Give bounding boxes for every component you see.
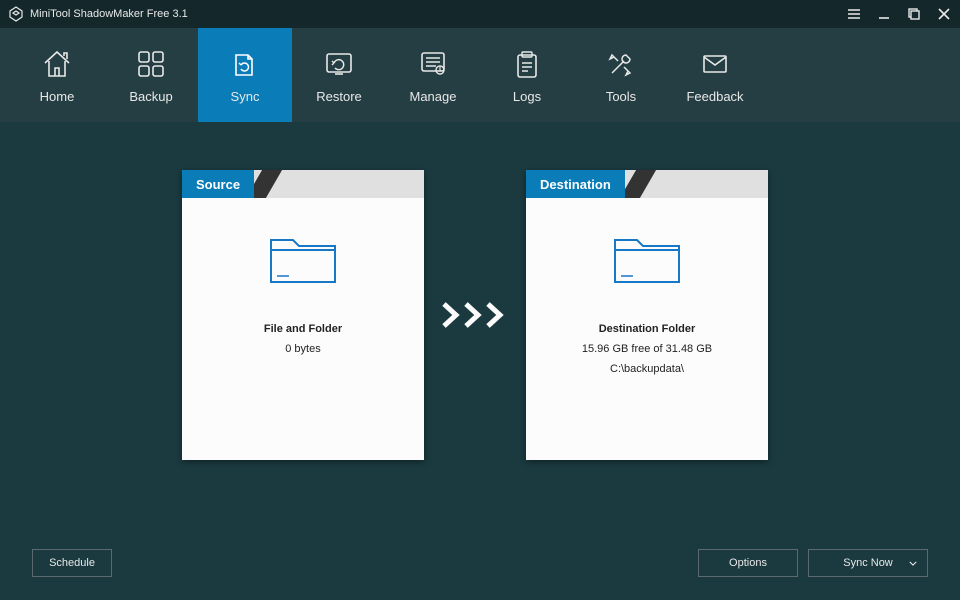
manage-icon bbox=[416, 47, 450, 81]
destination-text: Destination Folder 15.96 GB free of 31.4… bbox=[582, 320, 712, 379]
titlebar: MiniTool ShadowMaker Free 3.1 bbox=[0, 0, 960, 28]
sync-icon bbox=[228, 47, 262, 81]
logs-icon bbox=[510, 47, 544, 81]
nav-manage[interactable]: Manage bbox=[386, 28, 480, 122]
nav-restore[interactable]: Restore bbox=[292, 28, 386, 122]
nav-label: Tools bbox=[606, 89, 636, 104]
nav-sync[interactable]: Sync bbox=[198, 28, 292, 122]
close-icon[interactable] bbox=[936, 6, 952, 22]
maximize-icon[interactable] bbox=[906, 6, 922, 22]
destination-card[interactable]: Destination Destination Folder 15.96 GB … bbox=[526, 170, 768, 460]
source-heading: File and Folder bbox=[264, 323, 342, 335]
sync-now-button[interactable]: Sync Now bbox=[808, 549, 928, 577]
nav-label: Logs bbox=[513, 89, 541, 104]
source-card[interactable]: Source File and Folder 0 bytes bbox=[182, 170, 424, 460]
tools-icon bbox=[604, 47, 638, 81]
restore-icon bbox=[322, 47, 356, 81]
navbar: Home Backup Sync Restore Manage Logs T bbox=[0, 28, 960, 122]
nav-label: Home bbox=[40, 89, 75, 104]
backup-icon bbox=[134, 47, 168, 81]
sync-now-label: Sync Now bbox=[843, 557, 893, 569]
folder-icon bbox=[609, 226, 685, 290]
app-title: MiniTool ShadowMaker Free 3.1 bbox=[30, 8, 846, 20]
app-logo-icon bbox=[8, 6, 24, 22]
schedule-button[interactable]: Schedule bbox=[32, 549, 112, 577]
content-area: Source File and Folder 0 bytes Destinati… bbox=[0, 122, 960, 542]
minimize-icon[interactable] bbox=[876, 6, 892, 22]
nav-label: Feedback bbox=[686, 89, 743, 104]
source-text: File and Folder 0 bytes bbox=[264, 320, 342, 360]
destination-tab-label: Destination bbox=[526, 170, 625, 198]
source-size: 0 bytes bbox=[285, 343, 320, 355]
home-icon bbox=[40, 47, 74, 81]
source-tab-label: Source bbox=[182, 170, 254, 198]
menu-icon[interactable] bbox=[846, 6, 862, 22]
destination-path: C:\backupdata\ bbox=[610, 363, 684, 375]
footer: Schedule Options Sync Now bbox=[0, 548, 960, 578]
destination-heading: Destination Folder bbox=[599, 323, 696, 335]
nav-tools[interactable]: Tools bbox=[574, 28, 668, 122]
options-button[interactable]: Options bbox=[698, 549, 798, 577]
feedback-icon bbox=[698, 47, 732, 81]
nav-label: Sync bbox=[231, 89, 260, 104]
caret-down-icon bbox=[909, 557, 917, 569]
nav-logs[interactable]: Logs bbox=[480, 28, 574, 122]
destination-free: 15.96 GB free of 31.48 GB bbox=[582, 343, 712, 355]
nav-label: Restore bbox=[316, 89, 362, 104]
folder-icon bbox=[265, 226, 341, 290]
nav-backup[interactable]: Backup bbox=[104, 28, 198, 122]
nav-label: Backup bbox=[129, 89, 172, 104]
nav-label: Manage bbox=[410, 89, 457, 104]
arrows-icon bbox=[442, 302, 508, 328]
nav-home[interactable]: Home bbox=[10, 28, 104, 122]
nav-feedback[interactable]: Feedback bbox=[668, 28, 762, 122]
